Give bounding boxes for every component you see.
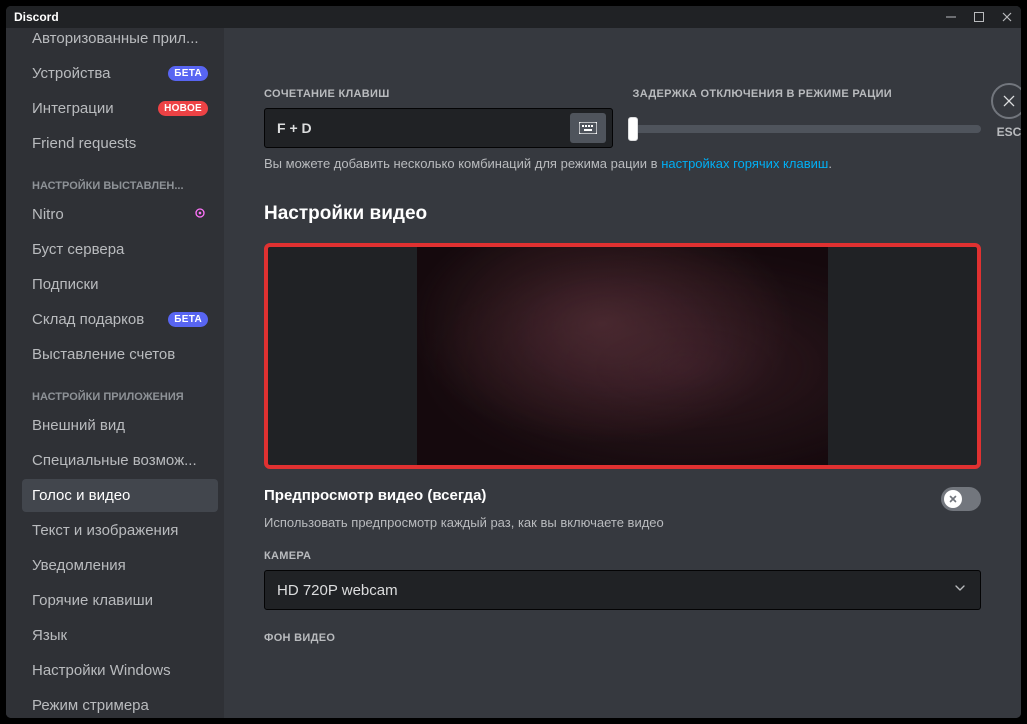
- sidebar-item-label: Язык: [32, 627, 67, 644]
- sidebar-item[interactable]: Внешний вид: [22, 409, 218, 442]
- sidebar-item[interactable]: Склад подарков БЕТА: [22, 303, 218, 336]
- nitro-icon: [192, 205, 208, 225]
- sidebar-item[interactable]: Подписки: [22, 268, 218, 301]
- sidebar-item-label: Голос и видео: [32, 487, 130, 504]
- sidebar-item-label: Nitro: [32, 206, 64, 223]
- sidebar-item-label: Буст сервера: [32, 241, 124, 258]
- shortcut-value: F + D: [277, 120, 312, 136]
- sidebar-header-billing: НАСТРОЙКИ ВЫСТАВЛЕН...: [22, 162, 218, 198]
- sidebar-item[interactable]: Настройки Windows: [22, 654, 218, 687]
- sidebar-item-label: Подписки: [32, 276, 99, 293]
- sidebar-item-label: Склад подарков: [32, 311, 144, 328]
- sidebar-item[interactable]: Язык: [22, 619, 218, 652]
- hotkey-settings-link[interactable]: настройках горячих клавиш: [661, 156, 828, 171]
- camera-select[interactable]: HD 720P webcam: [264, 570, 981, 610]
- camera-feed: [417, 247, 828, 465]
- settings-content: ESC СОЧЕТАНИЕ КЛАВИШ F + D ЗАДЕР: [224, 28, 1021, 718]
- background-label: ФОН ВИДЕО: [264, 632, 981, 644]
- close-settings-button[interactable]: [991, 83, 1021, 119]
- badge: НОВОЕ: [158, 101, 208, 116]
- sidebar-item[interactable]: Nitro: [22, 198, 218, 231]
- sidebar-item[interactable]: Выставление счетов: [22, 338, 218, 371]
- sidebar-item-label: Режим стримера: [32, 697, 149, 714]
- sidebar-item-label: Friend requests: [32, 135, 136, 152]
- sidebar-item[interactable]: Уведомления: [22, 549, 218, 582]
- sidebar-item-label: Уведомления: [32, 557, 126, 574]
- esc-label: ESC: [991, 125, 1021, 139]
- sidebar-header-app: НАСТРОЙКИ ПРИЛОЖЕНИЯ: [22, 373, 218, 409]
- app-title: Discord: [14, 10, 59, 24]
- settings-sidebar: Авторизованные прил... Устройства БЕТА Инте…: [6, 28, 224, 718]
- sidebar-item-label: Интеграции: [32, 100, 114, 117]
- chevron-down-icon: [952, 580, 968, 600]
- badge: БЕТА: [168, 312, 208, 327]
- close-window-button[interactable]: [993, 6, 1021, 28]
- badge: БЕТА: [168, 66, 208, 81]
- sidebar-item[interactable]: Горячие клавиши: [22, 584, 218, 617]
- sidebar-item-label: Авторизованные прил...: [32, 30, 199, 47]
- sidebar-item-label: Устройства: [32, 65, 110, 82]
- maximize-button[interactable]: [965, 6, 993, 28]
- shortcut-hint: Вы можете добавить несколько комбинаций …: [264, 156, 981, 171]
- sidebar-item-label: Внешний вид: [32, 417, 125, 434]
- sidebar-item[interactable]: Специальные возмож...: [22, 444, 218, 477]
- slider-thumb[interactable]: [628, 117, 638, 141]
- minimize-button[interactable]: [937, 6, 965, 28]
- preview-toggle[interactable]: [941, 487, 981, 511]
- camera-select-value: HD 720P webcam: [277, 582, 398, 599]
- delay-slider[interactable]: [633, 125, 982, 133]
- sidebar-item[interactable]: Буст сервера: [22, 233, 218, 266]
- sidebar-item[interactable]: Режим стримера: [22, 689, 218, 718]
- sidebar-item-label: Текст и изображения: [32, 522, 178, 539]
- sidebar-item[interactable]: Интеграции НОВОЕ: [22, 92, 218, 125]
- camera-label: КАМЕРА: [264, 550, 981, 562]
- preview-toggle-title: Предпросмотр видео (всегда): [264, 487, 486, 504]
- video-preview: [264, 243, 981, 469]
- sidebar-item[interactable]: Текст и изображения: [22, 514, 218, 547]
- sidebar-item[interactable]: Голос и видео: [22, 479, 218, 512]
- keyboard-icon[interactable]: [570, 113, 606, 143]
- sidebar-item-label: Выставление счетов: [32, 346, 175, 363]
- sidebar-item[interactable]: Авторизованные прил...: [22, 28, 218, 55]
- sidebar-item-label: Настройки Windows: [32, 662, 171, 679]
- sidebar-item[interactable]: Устройства БЕТА: [22, 57, 218, 90]
- sidebar-item-label: Горячие клавиши: [32, 592, 153, 609]
- titlebar: Discord: [6, 6, 1021, 28]
- shortcut-input[interactable]: F + D: [264, 108, 613, 148]
- sidebar-item-label: Специальные возмож...: [32, 452, 197, 469]
- video-section-title: Настройки видео: [264, 203, 981, 225]
- shortcut-label: СОЧЕТАНИЕ КЛАВИШ: [264, 88, 613, 100]
- preview-toggle-desc: Использовать предпросмотр каждый раз, ка…: [264, 515, 981, 530]
- delay-label: ЗАДЕРЖКА ОТКЛЮЧЕНИЯ В РЕЖИМЕ РАЦИИ: [633, 88, 982, 100]
- sidebar-item[interactable]: Friend requests: [22, 127, 218, 160]
